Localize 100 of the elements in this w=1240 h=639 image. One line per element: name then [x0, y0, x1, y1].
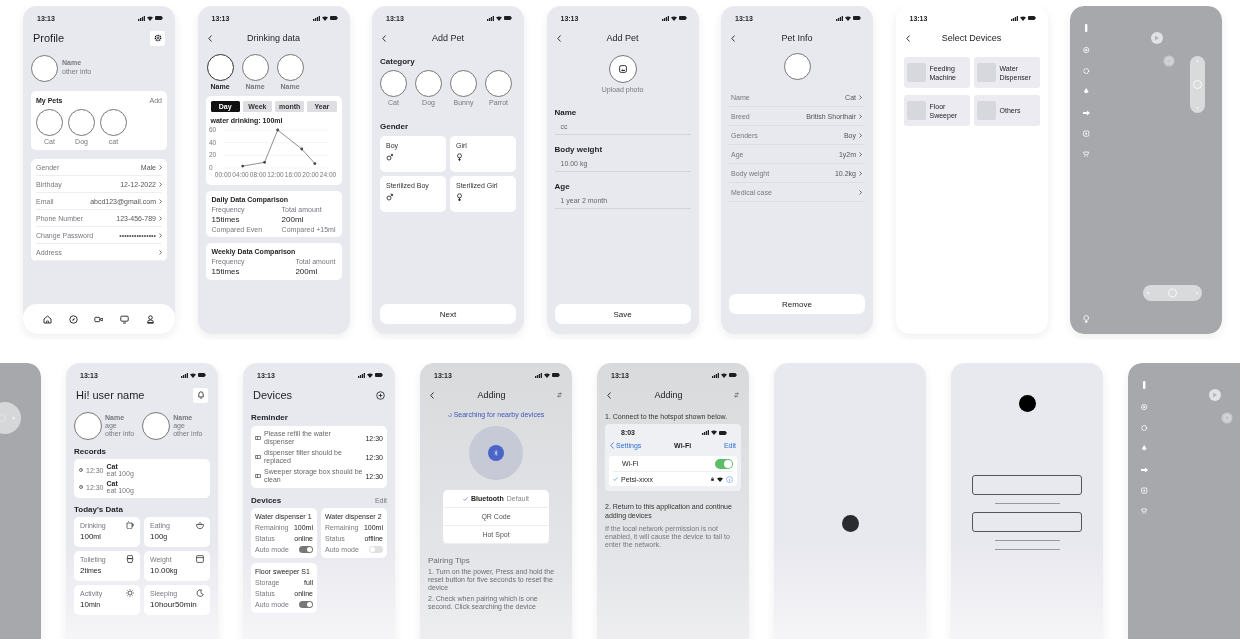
pet-avatar[interactable] — [142, 412, 171, 440]
save-button[interactable]: Save — [554, 304, 691, 324]
chevron-right-icon — [159, 198, 162, 204]
bluetooth-button[interactable] — [488, 445, 504, 461]
stat-value: 200ml — [281, 215, 305, 224]
bowl-icon — [196, 521, 204, 529]
battery-icon — [504, 16, 512, 20]
field-label: Age — [554, 182, 571, 191]
chevron-right-icon — [159, 232, 162, 238]
remove-button[interactable]: Remove — [729, 294, 865, 314]
wifi-icon — [496, 15, 502, 21]
data-point — [275, 128, 279, 132]
placeholder-line — [994, 540, 1060, 541]
signal-icon — [138, 15, 145, 21]
chevron-right-icon — [859, 189, 862, 195]
section-title: Reminder — [251, 413, 289, 422]
back-icon[interactable] — [382, 34, 386, 42]
bluetooth-icon — [494, 450, 498, 456]
back-icon[interactable] — [905, 34, 910, 42]
wifi-icon — [367, 372, 373, 378]
back-icon[interactable] — [207, 34, 212, 42]
monitor-icon[interactable] — [120, 314, 130, 324]
data-point — [313, 162, 316, 165]
dot-mark — [841, 515, 859, 532]
screen-title: Adding — [476, 390, 507, 400]
toggle-switch[interactable] — [299, 546, 313, 553]
screen-title: Pet Info — [780, 33, 814, 43]
back-icon[interactable] — [430, 391, 434, 399]
data-point — [240, 164, 244, 168]
home-icon[interactable] — [43, 314, 53, 324]
swap-icon[interactable] — [557, 392, 562, 398]
camera-icon[interactable] — [94, 314, 104, 324]
back-icon[interactable] — [556, 34, 561, 42]
section-title: Category — [380, 57, 416, 66]
wifi-icon — [1019, 15, 1026, 21]
settings-button[interactable] — [150, 30, 165, 46]
person-icon[interactable] — [145, 314, 155, 324]
section-title: Today's Data — [74, 505, 124, 514]
chevron-right-icon — [159, 215, 162, 221]
chevron-right-icon — [159, 249, 162, 255]
pet-avatar[interactable] — [241, 54, 269, 81]
stat-value: 15times — [211, 267, 241, 276]
battery-icon — [198, 373, 206, 377]
pet-avatar[interactable] — [206, 54, 234, 81]
next-button[interactable]: Next — [380, 304, 516, 324]
wifi-toggle[interactable] — [715, 458, 733, 469]
pet-avatar[interactable] — [36, 109, 63, 136]
toggle-switch[interactable] — [369, 546, 383, 553]
section-title: Devices — [251, 496, 282, 505]
category-option[interactable] — [415, 70, 442, 97]
screen-title: Drinking data — [246, 33, 301, 43]
signal-icon — [535, 372, 542, 378]
category-option[interactable] — [485, 70, 512, 97]
wifi-icon — [721, 372, 727, 378]
add-circle-icon[interactable] — [376, 390, 385, 400]
category-option[interactable] — [450, 70, 477, 97]
back-icon[interactable] — [607, 391, 611, 399]
signal-icon — [358, 372, 365, 378]
placeholder-line — [994, 549, 1060, 550]
chevron-right-icon — [859, 132, 862, 138]
tips-title: Pairing Tips — [428, 556, 471, 565]
pet-avatar[interactable] — [276, 54, 304, 81]
wifi-icon — [670, 15, 677, 21]
battery-icon — [719, 430, 727, 435]
chevron-right-icon — [159, 164, 162, 170]
clock-icon — [79, 485, 83, 489]
battery-icon — [853, 16, 861, 20]
input-field[interactable] — [972, 512, 1082, 532]
swap-icon[interactable] — [734, 392, 739, 398]
chevron-right-icon — [859, 94, 862, 100]
battery-icon — [155, 16, 163, 20]
settings-icon — [153, 34, 162, 42]
scale-icon — [196, 555, 204, 563]
signal-icon — [1010, 15, 1018, 21]
device-icon — [255, 436, 261, 440]
signal-icon — [702, 430, 709, 435]
pet-avatar[interactable] — [74, 412, 102, 440]
screen-title: Add Pet — [431, 33, 465, 43]
pet-avatar[interactable] — [68, 109, 95, 136]
device-icon — [255, 455, 261, 459]
wifi-icon — [717, 476, 723, 482]
device-icon — [255, 474, 261, 478]
category-option[interactable] — [380, 70, 407, 97]
notifications-button[interactable] — [193, 387, 208, 403]
signal-icon — [312, 15, 320, 21]
signal-icon — [487, 15, 494, 21]
chevron-right-icon — [859, 113, 862, 119]
image-icon — [618, 65, 627, 73]
avatar — [31, 55, 58, 82]
wifi-icon — [711, 430, 717, 435]
toggle-switch[interactable] — [299, 601, 313, 608]
back-icon[interactable] — [731, 34, 735, 42]
screen-title: Hi! user name — [76, 389, 146, 401]
compass-icon[interactable] — [68, 314, 78, 324]
upload-photo-button[interactable] — [608, 55, 637, 83]
input-field[interactable] — [972, 475, 1082, 495]
wifi-icon — [321, 15, 328, 21]
wifi-icon — [845, 15, 851, 21]
pet-avatar[interactable] — [100, 109, 127, 136]
bell-icon — [197, 391, 204, 399]
